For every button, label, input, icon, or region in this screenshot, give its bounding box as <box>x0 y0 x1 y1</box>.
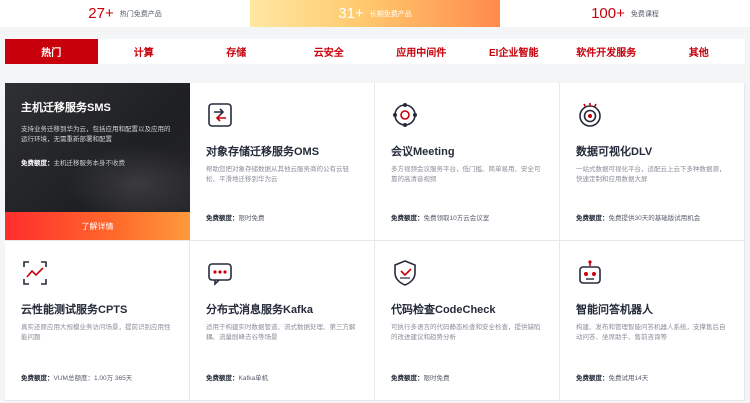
meeting-icon <box>393 103 417 127</box>
card-title: 代码检查CodeCheck <box>391 304 496 316</box>
product-card-meeting[interactable]: 会议Meeting 多方视频会议服务平台，低门槛、简单易用、安全可靠的高清音视频… <box>375 83 560 241</box>
migration-icon <box>208 103 232 127</box>
free-quota-value: 免费领取10方云会议室 <box>423 215 490 222</box>
featured-card-sms[interactable]: 主机迁移服务SMS 支持业务迁移到华为云，包括应用和配置以及应用的运行环境，无需… <box>5 83 205 241</box>
card-title: 云性能测试服务CPTS <box>21 304 128 316</box>
free-quota-label: 免费额度： <box>206 215 239 222</box>
card-title: 数据可视化DLV <box>576 146 653 158</box>
product-card-cpts[interactable]: 云性能测试服务CPTS 真实还原应用大规模业务访问场景，提前识别应用性能问题 免… <box>5 241 190 401</box>
card-description: 帮助您把对象存储数据从其他云服务商的公有云轻松、平滑地迁移到华为云 <box>206 166 349 183</box>
stat-long-free: 31+ 长期免费产品 <box>250 0 500 27</box>
tab-other[interactable]: 其他 <box>652 39 745 64</box>
code-check-icon <box>394 260 416 286</box>
stat-number: 100+ <box>591 5 625 22</box>
stat-free-courses: 100+ 免费课程 <box>500 0 750 27</box>
tab-hot[interactable]: 热门 <box>5 39 98 64</box>
product-grid: 主机迁移服务SMS 支持业务迁移到华为云，包括应用和配置以及应用的运行环境，无需… <box>5 83 745 401</box>
card-free-quota: 免费额度：免费试用14天 <box>576 372 648 382</box>
card-glow-decoration <box>65 143 205 223</box>
data-visualization-icon <box>579 103 601 127</box>
card-free-quota: 免费额度：限时免费 <box>391 372 450 382</box>
product-card-robot[interactable]: 智能问答机器人 构建、发布和管理智能问答机器人系统，支撑售后自动问答、坐席助手、… <box>560 241 745 401</box>
card-description: 构建、发布和管理智能问答机器人系统，支撑售后自动问答、坐席助手、售前咨询等 <box>576 324 726 341</box>
stat-number: 31+ <box>338 5 364 22</box>
free-quota-label: 免费额度： <box>206 375 239 382</box>
card-description: 支持业务迁移到华为云，包括应用和配置以及应用的运行环境，无需重新部署和配置 <box>21 126 171 143</box>
card-free-quota: 免费额度：免费提供30天的基础版试用机会 <box>576 212 700 222</box>
robot-icon <box>579 260 601 284</box>
card-description: 适用于构建实时数据管道、流式数据处理、第三方解耦、流量削峰去谷等场景 <box>206 324 356 341</box>
free-quota-label: 免费额度： <box>21 160 54 167</box>
card-title: 会议Meeting <box>391 146 455 158</box>
card-title: 主机迁移服务SMS <box>21 102 111 114</box>
free-quota-label: 免费额度： <box>391 375 424 382</box>
free-quota-value: 免费试用14天 <box>608 375 649 382</box>
card-title: 分布式消息服务Kafka <box>206 304 313 316</box>
message-icon <box>208 263 232 286</box>
product-card-codecheck[interactable]: 代码检查CodeCheck 可执行多语言的代码静态检查和安全检查，提供缺陷的改进… <box>375 241 560 401</box>
stat-label: 免费课程 <box>630 10 659 18</box>
stat-label: 热门免费产品 <box>119 10 162 18</box>
card-description: 真实还原应用大规模业务访问场景，提前识别应用性能问题 <box>21 324 171 341</box>
learn-more-button[interactable]: 了解详情 <box>5 212 190 240</box>
stat-label: 长期免费产品 <box>369 10 412 18</box>
card-description: 多方视频会议服务平台，低门槛、简单易用、安全可靠的高清音视频 <box>391 166 541 183</box>
free-quota-value: 限时免费 <box>238 215 265 222</box>
tab-compute[interactable]: 计算 <box>97 39 190 64</box>
product-card-dlv[interactable]: 数据可视化DLV 一站式数据可视化平台，适配云上云下多种数据源，快速定制和应用数… <box>560 83 745 241</box>
tab-middleware[interactable]: 应用中间件 <box>375 39 468 64</box>
stat-number: 27+ <box>88 5 114 22</box>
card-free-quota: 免费额度：Kafka单机 <box>206 372 268 382</box>
card-free-quota: 免费额度：VUM总额度：1.00万 365天 <box>21 372 132 382</box>
tab-security[interactable]: 云安全 <box>282 39 375 64</box>
free-quota-label: 免费额度： <box>21 375 54 382</box>
card-free-quota: 免费额度：限时免费 <box>206 212 265 222</box>
free-quota-label: 免费额度： <box>576 215 609 222</box>
free-quota-label: 免费额度： <box>576 375 609 382</box>
stats-strip: 27+ 热门免费产品 31+ 长期免费产品 100+ 免费课程 <box>0 0 750 27</box>
tab-devcloud[interactable]: 软件开发服务 <box>560 39 653 64</box>
free-quota-value: Kafka单机 <box>238 375 269 382</box>
stat-hot-free: 27+ 热门免费产品 <box>0 0 250 27</box>
card-description: 可执行多语言的代码静态检查和安全检查，提供缺陷的改进建议和趋势分析 <box>391 324 541 341</box>
free-quota-value: VUM总额度：1.00万 365天 <box>53 375 133 382</box>
tab-storage[interactable]: 存储 <box>190 39 283 64</box>
performance-test-icon <box>23 261 47 285</box>
card-title: 智能问答机器人 <box>576 304 653 316</box>
card-free-quota: 免费额度：免费领取10方云会议室 <box>391 212 489 222</box>
card-description: 一站式数据可视化平台，适配云上云下多种数据源，快速定制和应用数据大屏 <box>576 166 726 183</box>
card-title: 对象存储迁移服务OMS <box>206 146 320 158</box>
product-card-kafka[interactable]: 分布式消息服务Kafka 适用于构建实时数据管道、流式数据处理、第三方解耦、流量… <box>190 241 375 401</box>
tab-ei[interactable]: EI企业智能 <box>467 39 560 64</box>
free-quota-value: 限时免费 <box>423 375 450 382</box>
product-card-oms[interactable]: 对象存储迁移服务OMS 帮助您把对象存储数据从其他云服务商的公有云轻松、平滑地迁… <box>190 83 375 241</box>
free-quota-value: 免费提供30天的基础版试用机会 <box>608 215 701 222</box>
free-quota-label: 免费额度： <box>391 215 424 222</box>
category-tabs: 热门 计算 存储 云安全 应用中间件 EI企业智能 软件开发服务 其他 <box>5 39 745 64</box>
